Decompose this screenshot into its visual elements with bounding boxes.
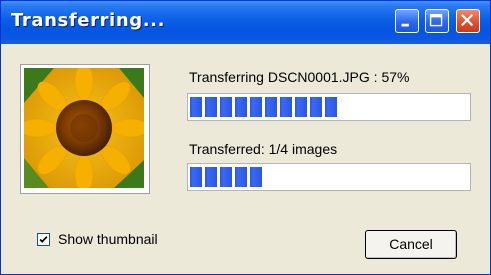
- current-file-status: Transferring DSCN0001.JPG : 57%: [189, 69, 410, 85]
- show-thumbnail-label[interactable]: Show thumbnail: [58, 231, 158, 247]
- cancel-button[interactable]: Cancel: [365, 230, 457, 259]
- close-button[interactable]: [456, 9, 480, 33]
- title-bar[interactable]: Transferring...: [1, 1, 490, 44]
- overall-progress-fill: [190, 167, 262, 187]
- sunflower-thumbnail-image: [24, 68, 144, 188]
- show-thumbnail-checkbox[interactable]: [37, 233, 50, 246]
- minimize-button[interactable]: [395, 9, 419, 33]
- minimize-icon: [401, 23, 409, 27]
- maximize-button[interactable]: [425, 9, 449, 33]
- window-title: Transferring...: [11, 10, 166, 31]
- image-thumbnail: [20, 64, 150, 194]
- maximize-icon: [429, 13, 443, 27]
- file-progress-bar: [187, 93, 471, 121]
- transfer-dialog: Transferring... Transferring DSCN0001.JP…: [0, 0, 491, 275]
- file-progress-fill: [190, 97, 337, 117]
- close-icon: [461, 14, 473, 26]
- overall-progress-bar: [187, 163, 471, 191]
- checkmark-icon: [39, 236, 48, 243]
- overall-status: Transferred: 1/4 images: [189, 141, 338, 157]
